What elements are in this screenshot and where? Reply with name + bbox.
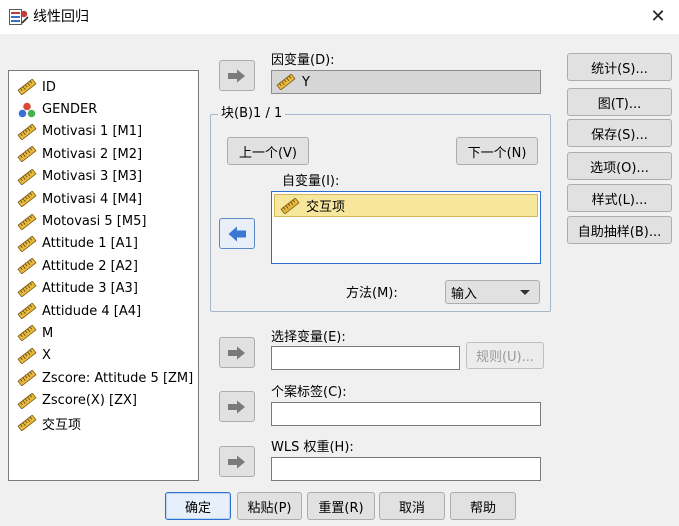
variable-label: Motivasi 1 [M1] — [42, 124, 143, 140]
variable-label: Motovasi 5 [M5] — [42, 214, 147, 230]
source-variable-list[interactable]: ID GENDER Motivasi 1 [M1] Motivasi 2 [M2] Mo… — [8, 70, 199, 481]
dependent-value: Y — [302, 74, 310, 90]
move-to-independent-button[interactable] — [219, 218, 255, 249]
list-item[interactable]: Motivasi 4 [M4] — [17, 188, 198, 210]
selection-field[interactable] — [271, 346, 460, 370]
variable-label: M — [42, 325, 54, 341]
options-button[interactable]: 选项(O)... — [567, 152, 672, 180]
list-item[interactable]: Attitude 2 [A2] — [17, 255, 198, 277]
scale-ruler-icon — [17, 213, 37, 230]
list-item[interactable]: ID — [17, 76, 198, 98]
paste-button[interactable]: 粘贴(P) — [237, 492, 302, 520]
list-item[interactable]: Zscore: Attitude 5 [ZM] — [17, 367, 198, 389]
variable-label: Motivasi 4 [M4] — [42, 191, 143, 207]
window-title: 线性回归 — [33, 9, 89, 25]
move-to-case-labels-button[interactable] — [219, 391, 255, 422]
save-button[interactable]: 保存(S)... — [567, 119, 672, 147]
rule-button[interactable]: 规则(U)... — [466, 342, 544, 369]
variable-label: Zscore(X) [ZX] — [42, 393, 137, 409]
variable-label: 交互项 — [42, 417, 82, 433]
scale-ruler-icon — [17, 235, 37, 252]
list-item[interactable]: Attitude 3 [A3] — [17, 278, 198, 300]
method-value: 输入 — [451, 286, 478, 302]
variable-label: Attitude 2 [A2] — [42, 258, 138, 274]
arrow-right-icon — [228, 69, 245, 82]
list-item[interactable]: Motivasi 3 [M3] — [17, 166, 198, 188]
independent-label: 自变量(I): — [282, 174, 340, 189]
next-block-button[interactable]: 下一个(N) — [456, 137, 538, 165]
scale-ruler-icon — [276, 74, 296, 90]
independent-item-label: 交互项 — [306, 200, 346, 215]
ok-button[interactable]: 确定 — [165, 492, 231, 520]
cancel-button[interactable]: 取消 — [379, 492, 445, 520]
independent-variable-list[interactable]: 交互项 — [271, 191, 541, 264]
scale-ruler-icon — [17, 325, 37, 342]
nominal-balls-icon — [18, 102, 36, 117]
dependent-field[interactable]: Y — [271, 70, 541, 94]
scale-ruler-icon — [17, 146, 37, 163]
selection-label: 选择变量(E): — [271, 330, 346, 345]
arrow-right-icon — [228, 455, 245, 468]
variable-label: Zscore: Attitude 5 [ZM] — [42, 370, 194, 386]
scale-ruler-icon — [17, 392, 37, 409]
regression-app-icon — [9, 8, 29, 26]
variable-label: Attitude 3 [A3] — [42, 281, 138, 297]
list-item[interactable]: GENDER — [17, 98, 198, 120]
bootstrap-button[interactable]: 自助抽样(B)... — [567, 216, 672, 244]
variable-label: Attidude 4 [A4] — [42, 303, 142, 319]
reset-button[interactable]: 重置(R) — [307, 492, 375, 520]
variable-label: X — [42, 348, 51, 364]
list-item[interactable]: Zscore(X) [ZX] — [17, 389, 198, 411]
scale-ruler-icon — [17, 79, 37, 96]
arrow-right-icon — [228, 400, 245, 413]
list-item[interactable]: 交互项 — [17, 412, 198, 434]
wls-field[interactable] — [271, 457, 541, 481]
list-item[interactable]: 交互项 — [274, 194, 538, 217]
arrow-right-icon — [228, 346, 245, 359]
variable-label: Attitude 1 [A1] — [42, 236, 138, 252]
scale-ruler-icon — [17, 123, 37, 140]
method-label: 方法(M): — [346, 286, 398, 301]
list-item[interactable]: X — [17, 345, 198, 367]
list-item[interactable]: M — [17, 322, 198, 344]
scale-ruler-icon — [17, 370, 37, 387]
scale-ruler-icon — [17, 191, 37, 208]
move-to-dependent-button[interactable] — [219, 60, 255, 91]
variable-label: Motivasi 3 [M3] — [42, 169, 143, 185]
list-item[interactable]: Attitude 1 [A1] — [17, 233, 198, 255]
dependent-label: 因变量(D): — [271, 53, 335, 68]
list-item[interactable]: Attidude 4 [A4] — [17, 300, 198, 322]
list-item[interactable]: Motivasi 1 [M1] — [17, 121, 198, 143]
variable-label: ID — [42, 79, 56, 95]
title-bar — [0, 0, 679, 34]
previous-block-button[interactable]: 上一个(V) — [227, 137, 309, 165]
list-item[interactable]: Motivasi 2 [M2] — [17, 143, 198, 165]
arrow-left-icon — [228, 226, 246, 241]
scale-ruler-icon — [17, 303, 37, 320]
variable-label: GENDER — [42, 102, 98, 118]
move-to-wls-button[interactable] — [219, 446, 255, 477]
scale-ruler-icon — [17, 168, 37, 185]
help-button[interactable]: 帮助 — [450, 492, 516, 520]
move-to-selection-button[interactable] — [219, 337, 255, 368]
statistics-button[interactable]: 统计(S)... — [567, 53, 672, 81]
style-button[interactable]: 样式(L)... — [567, 184, 672, 212]
scale-ruler-icon — [280, 197, 300, 214]
wls-label: WLS 权重(H): — [271, 440, 354, 455]
chevron-down-icon — [520, 290, 530, 295]
close-icon[interactable]: ✕ — [646, 6, 670, 28]
method-select[interactable]: 输入 — [445, 280, 540, 304]
block-title: 块(B)1 / 1 — [218, 106, 286, 122]
variable-label: Motivasi 2 [M2] — [42, 146, 143, 162]
plots-button[interactable]: 图(T)... — [567, 88, 672, 116]
scale-ruler-icon — [17, 258, 37, 275]
list-item[interactable]: Motovasi 5 [M5] — [17, 210, 198, 232]
case-labels-field[interactable] — [271, 402, 541, 426]
scale-ruler-icon — [17, 415, 37, 432]
scale-ruler-icon — [17, 280, 37, 297]
case-labels-label: 个案标签(C): — [271, 385, 347, 400]
scale-ruler-icon — [17, 347, 37, 364]
